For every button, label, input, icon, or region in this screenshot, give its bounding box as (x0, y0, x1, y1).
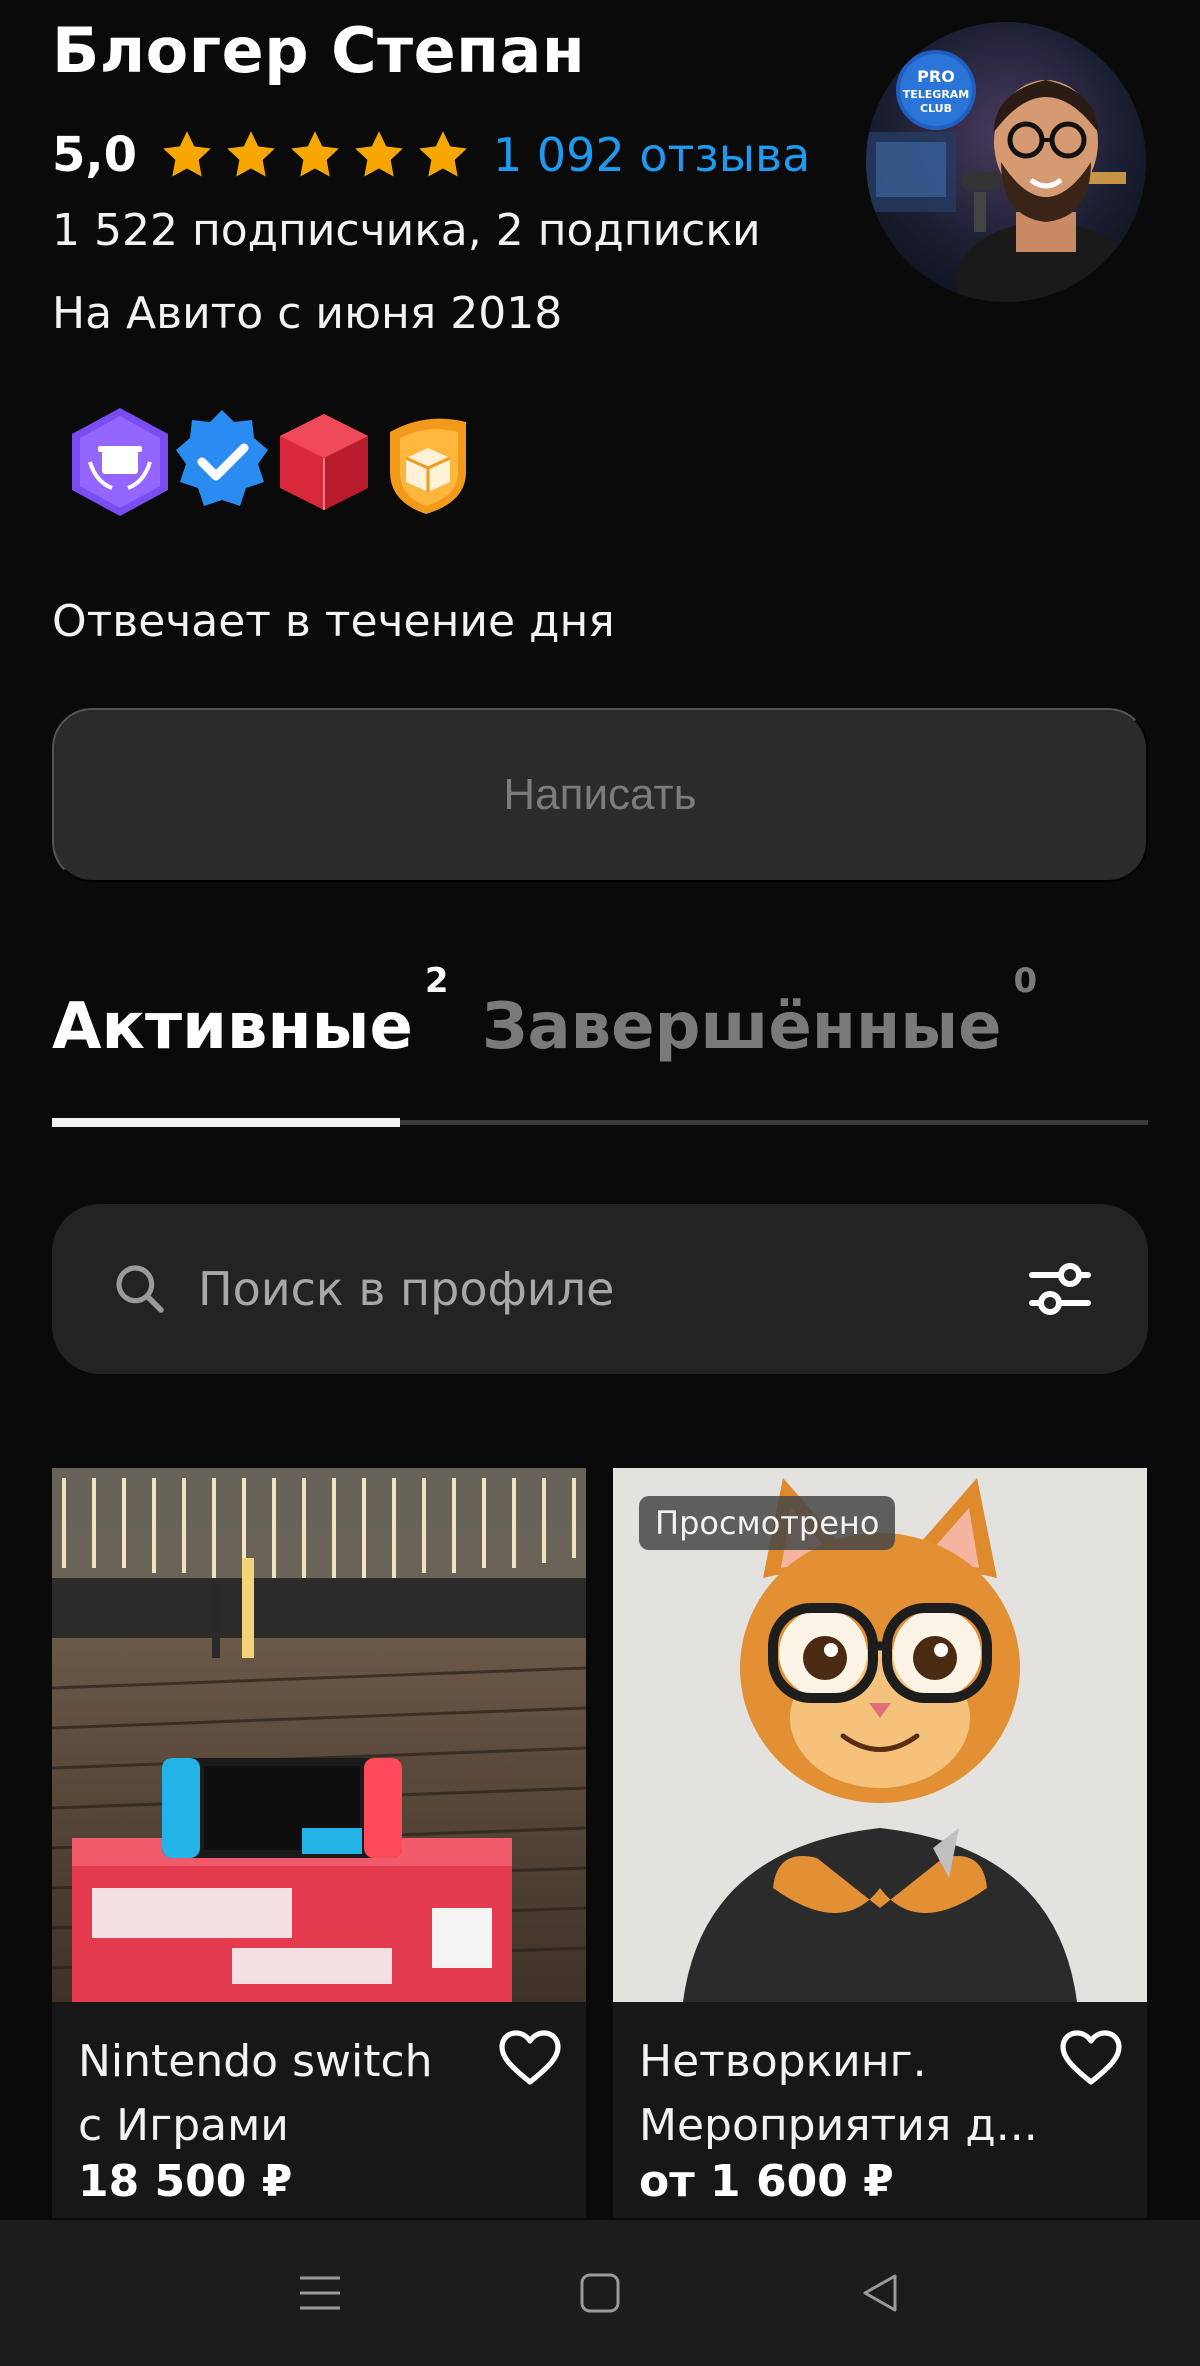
subscriptions-text[interactable]: 1 522 подписчика, 2 подписки (52, 205, 761, 256)
rating-value: 5,0 (52, 127, 138, 183)
listing-card[interactable]: Nintendo switch с Играми 18 500 ₽ (52, 1468, 586, 2218)
star-icon (419, 131, 467, 177)
listing-title-line1: Nintendo switch (78, 2036, 433, 2087)
reply-time: Отвечает в течение дня (52, 596, 615, 647)
favorite-heart-icon[interactable] (1059, 2028, 1123, 2088)
badges-row[interactable] (60, 402, 468, 522)
tab-active-count: 2 (424, 960, 449, 1001)
listing-tabs: Активные 2 Завершённые 0 (52, 961, 1148, 1130)
menu-nav-button[interactable] (285, 2258, 355, 2328)
listing-title[interactable]: Нетворкинг. Мероприятия д... (639, 2030, 1059, 2158)
listing-price: 18 500 ₽ (78, 2156, 293, 2207)
rating-stars (159, 127, 471, 183)
star-icon (227, 131, 275, 177)
back-nav-button[interactable] (845, 2258, 915, 2328)
tab-active-label: Активные (52, 990, 413, 1064)
tab-completed-listings[interactable]: Завершённые 0 (482, 961, 1037, 1064)
tab-active-listings[interactable]: Активные 2 (52, 961, 449, 1064)
filter-icon[interactable] (1028, 1259, 1092, 1319)
profile-name: Блогер Степан (52, 14, 586, 87)
star-icon (355, 131, 403, 177)
rating-row: 5,0 1 092 отзыва (52, 120, 810, 190)
profile-search-bar[interactable] (52, 1204, 1148, 1374)
search-icon (116, 1265, 164, 1313)
search-input[interactable] (198, 1262, 998, 1316)
menu-icon (300, 2276, 340, 2310)
star-icon (163, 131, 211, 177)
home-nav-button[interactable] (565, 2258, 635, 2328)
avatar-image: PRO TELEGRAM CLUB (866, 22, 1146, 302)
tab-indicator (52, 1118, 400, 1127)
reviews-link[interactable]: 1 092 отзыва (493, 128, 810, 182)
listing-price: от 1 600 ₽ (639, 2156, 894, 2207)
listing-title-line2: Мероприятия д... (639, 2100, 1038, 2151)
tab-completed-count: 0 (1013, 960, 1038, 1001)
box-badge-icon[interactable] (366, 402, 486, 522)
back-icon (863, 2274, 897, 2312)
listing-title[interactable]: Nintendo switch с Играми (78, 2030, 498, 2158)
star-icon (291, 131, 339, 177)
favorite-heart-icon[interactable] (498, 2028, 562, 2088)
listing-info[interactable]: Нетворкинг. Мероприятия д... от 1 600 ₽ (613, 2002, 1147, 2218)
home-icon (580, 2273, 620, 2313)
avatar-text-pro: PRO (917, 67, 955, 86)
write-message-button[interactable]: Написать (52, 708, 1148, 882)
listing-image-nintendo[interactable] (52, 1468, 586, 2002)
on-avito-since: На Авито с июня 2018 (52, 288, 563, 339)
system-navigation-bar (0, 2220, 1200, 2366)
avatar-text-telegram: TELEGRAM (903, 88, 970, 101)
listing-title-line2: с Играми (78, 2100, 289, 2151)
avatar[interactable]: PRO TELEGRAM CLUB (866, 22, 1146, 302)
avatar-text-club: CLUB (920, 102, 952, 115)
listing-card[interactable]: Просмотрено Нетворкинг. Мероприятия д...… (613, 1468, 1147, 2218)
viewed-badge: Просмотрено (639, 1496, 896, 1550)
tab-completed-label: Завершённые (482, 990, 1002, 1064)
listing-title-line1: Нетворкинг. (639, 2036, 927, 2087)
listing-info[interactable]: Nintendo switch с Играми 18 500 ₽ (52, 2002, 586, 2218)
